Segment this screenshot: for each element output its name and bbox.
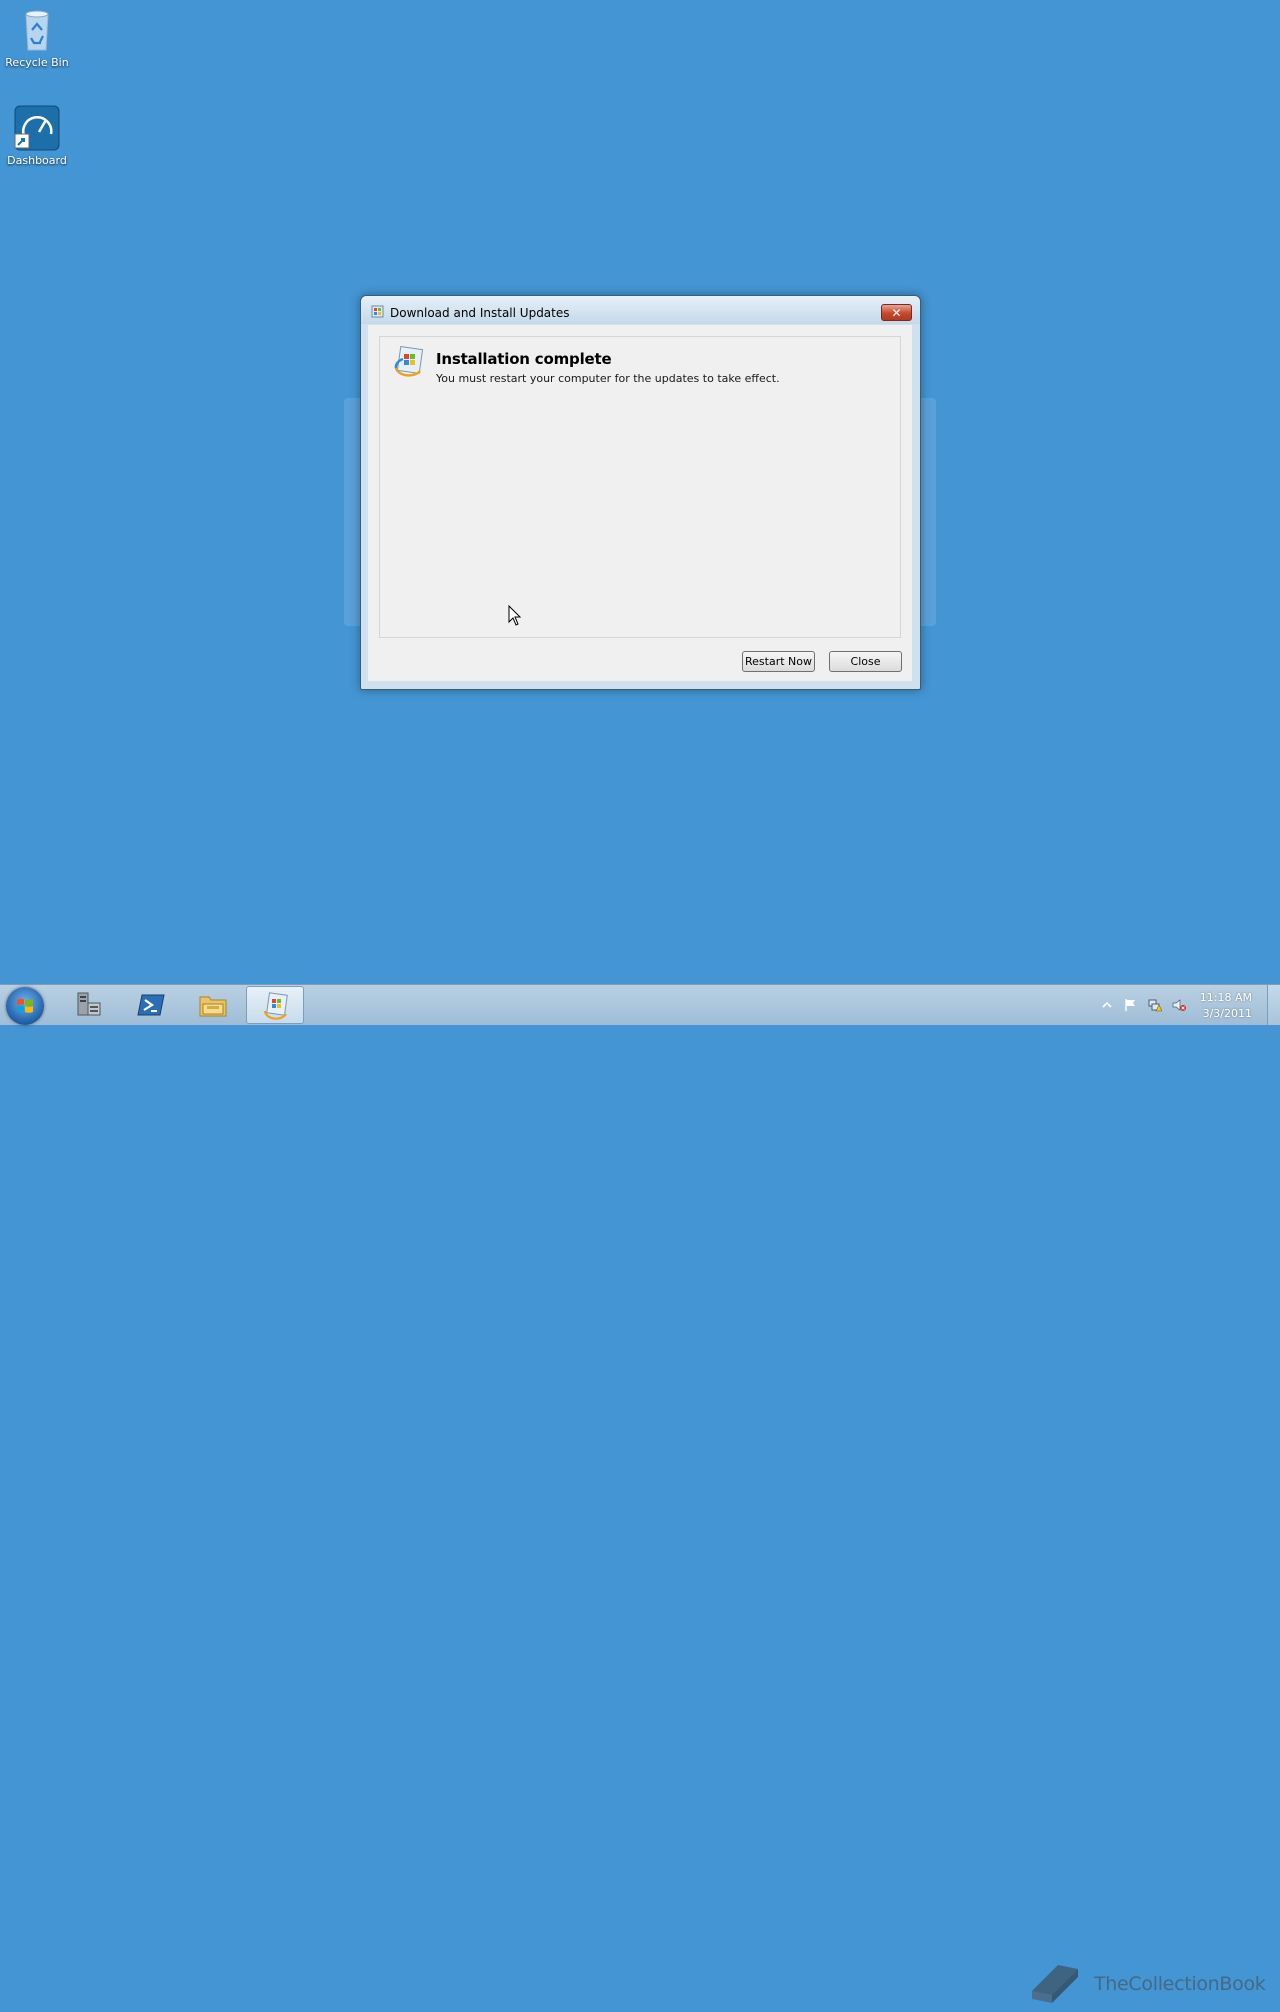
close-button[interactable]: Close	[829, 651, 902, 672]
book-icon	[1028, 1961, 1082, 2007]
mouse-cursor-icon	[508, 604, 522, 627]
powershell-icon	[137, 991, 165, 1019]
taskbar-app-file-explorer[interactable]	[184, 986, 242, 1024]
page-title: Installation complete	[436, 350, 612, 368]
server-manager-icon	[75, 991, 103, 1019]
show-desktop-button[interactable]	[1267, 985, 1280, 1025]
dashboard-icon	[13, 104, 61, 152]
content-panel: Installation complete You must restart y…	[379, 336, 901, 638]
windows-update-icon	[262, 992, 290, 1020]
windows-logo-icon	[16, 997, 34, 1015]
clock-date[interactable]: 3/3/2011	[1203, 1007, 1252, 1020]
network-warning-icon[interactable]	[1148, 998, 1163, 1012]
dialog-titlebar[interactable]: Download and Install Updates ✕	[361, 296, 920, 324]
action-center-flag-icon[interactable]	[1123, 998, 1137, 1012]
status-message: You must restart your computer for the u…	[436, 372, 780, 385]
taskbar-app-powershell[interactable]	[122, 986, 180, 1024]
taskbar: TheCollectionBook 11:18 AM 3/3/2011	[0, 984, 1280, 2003]
restart-now-button[interactable]: Restart Now	[742, 651, 815, 672]
taskbar-app-server-manager[interactable]	[60, 986, 118, 1024]
desktop-icon-label: Recycle Bin	[5, 56, 69, 69]
windows-update-icon	[393, 346, 425, 378]
desktop-icon-recycle-bin[interactable]: Recycle Bin	[0, 6, 74, 70]
window-close-button[interactable]: ✕	[881, 304, 912, 321]
start-button[interactable]	[6, 987, 44, 1025]
watermark: TheCollectionBook	[1028, 1961, 1268, 2009]
clock-time[interactable]: 11:18 AM	[1200, 991, 1252, 1004]
show-hidden-icons-icon[interactable]	[1100, 998, 1114, 1012]
volume-muted-icon[interactable]	[1172, 998, 1186, 1012]
watermark-text: TheCollectionBook	[1094, 1973, 1266, 1995]
file-explorer-icon	[199, 991, 227, 1019]
taskbar-app-windows-update[interactable]	[246, 986, 304, 1024]
desktop-icon-dashboard[interactable]: Dashboard	[0, 104, 74, 168]
dialog-title: Download and Install Updates	[390, 306, 570, 320]
update-dialog: Download and Install Updates ✕ Installat…	[360, 295, 921, 690]
recycle-bin-icon	[13, 6, 61, 54]
windows-update-icon	[371, 305, 385, 319]
desktop-icon-label: Dashboard	[7, 154, 67, 167]
dialog-client-area: Installation complete You must restart y…	[368, 325, 912, 681]
